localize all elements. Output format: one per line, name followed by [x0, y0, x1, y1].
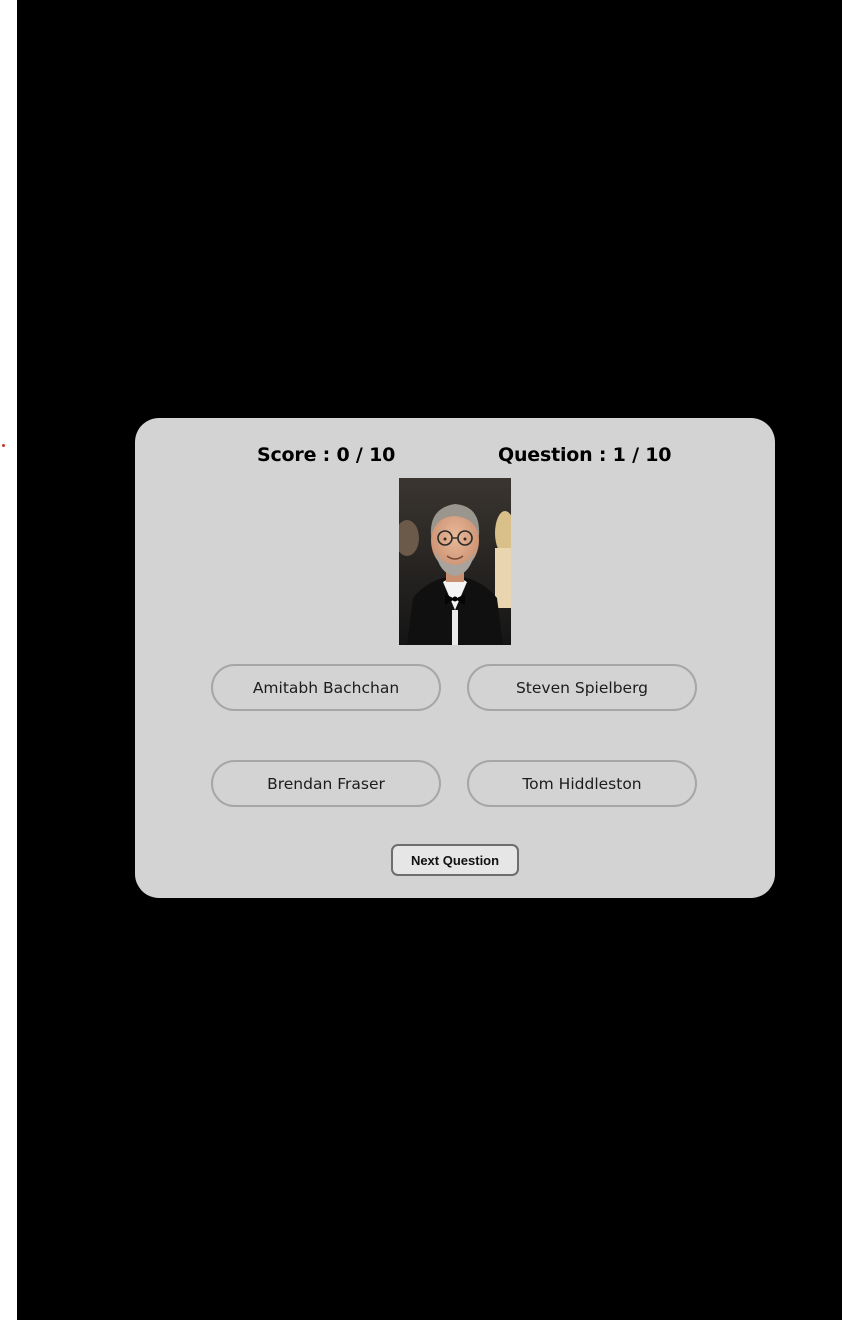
quiz-stage: Score : 0 / 10 Question : 1 / 10 Amitabh… [17, 0, 842, 1320]
answer-option-1[interactable]: Amitabh Bachchan [211, 664, 441, 711]
person-portrait-icon [399, 478, 511, 645]
score-label: Score : 0 / 10 [257, 444, 396, 466]
celebrity-photo [399, 478, 511, 645]
question-counter: Question : 1 / 10 [498, 444, 672, 466]
marker-dot [2, 444, 5, 447]
answer-option-4[interactable]: Tom Hiddleston [467, 760, 697, 807]
quiz-card: Score : 0 / 10 Question : 1 / 10 Amitabh… [135, 418, 775, 898]
next-question-button[interactable]: Next Question [391, 844, 519, 876]
answer-option-3[interactable]: Brendan Fraser [211, 760, 441, 807]
answer-option-2[interactable]: Steven Spielberg [467, 664, 697, 711]
page-margin [0, 0, 17, 1320]
